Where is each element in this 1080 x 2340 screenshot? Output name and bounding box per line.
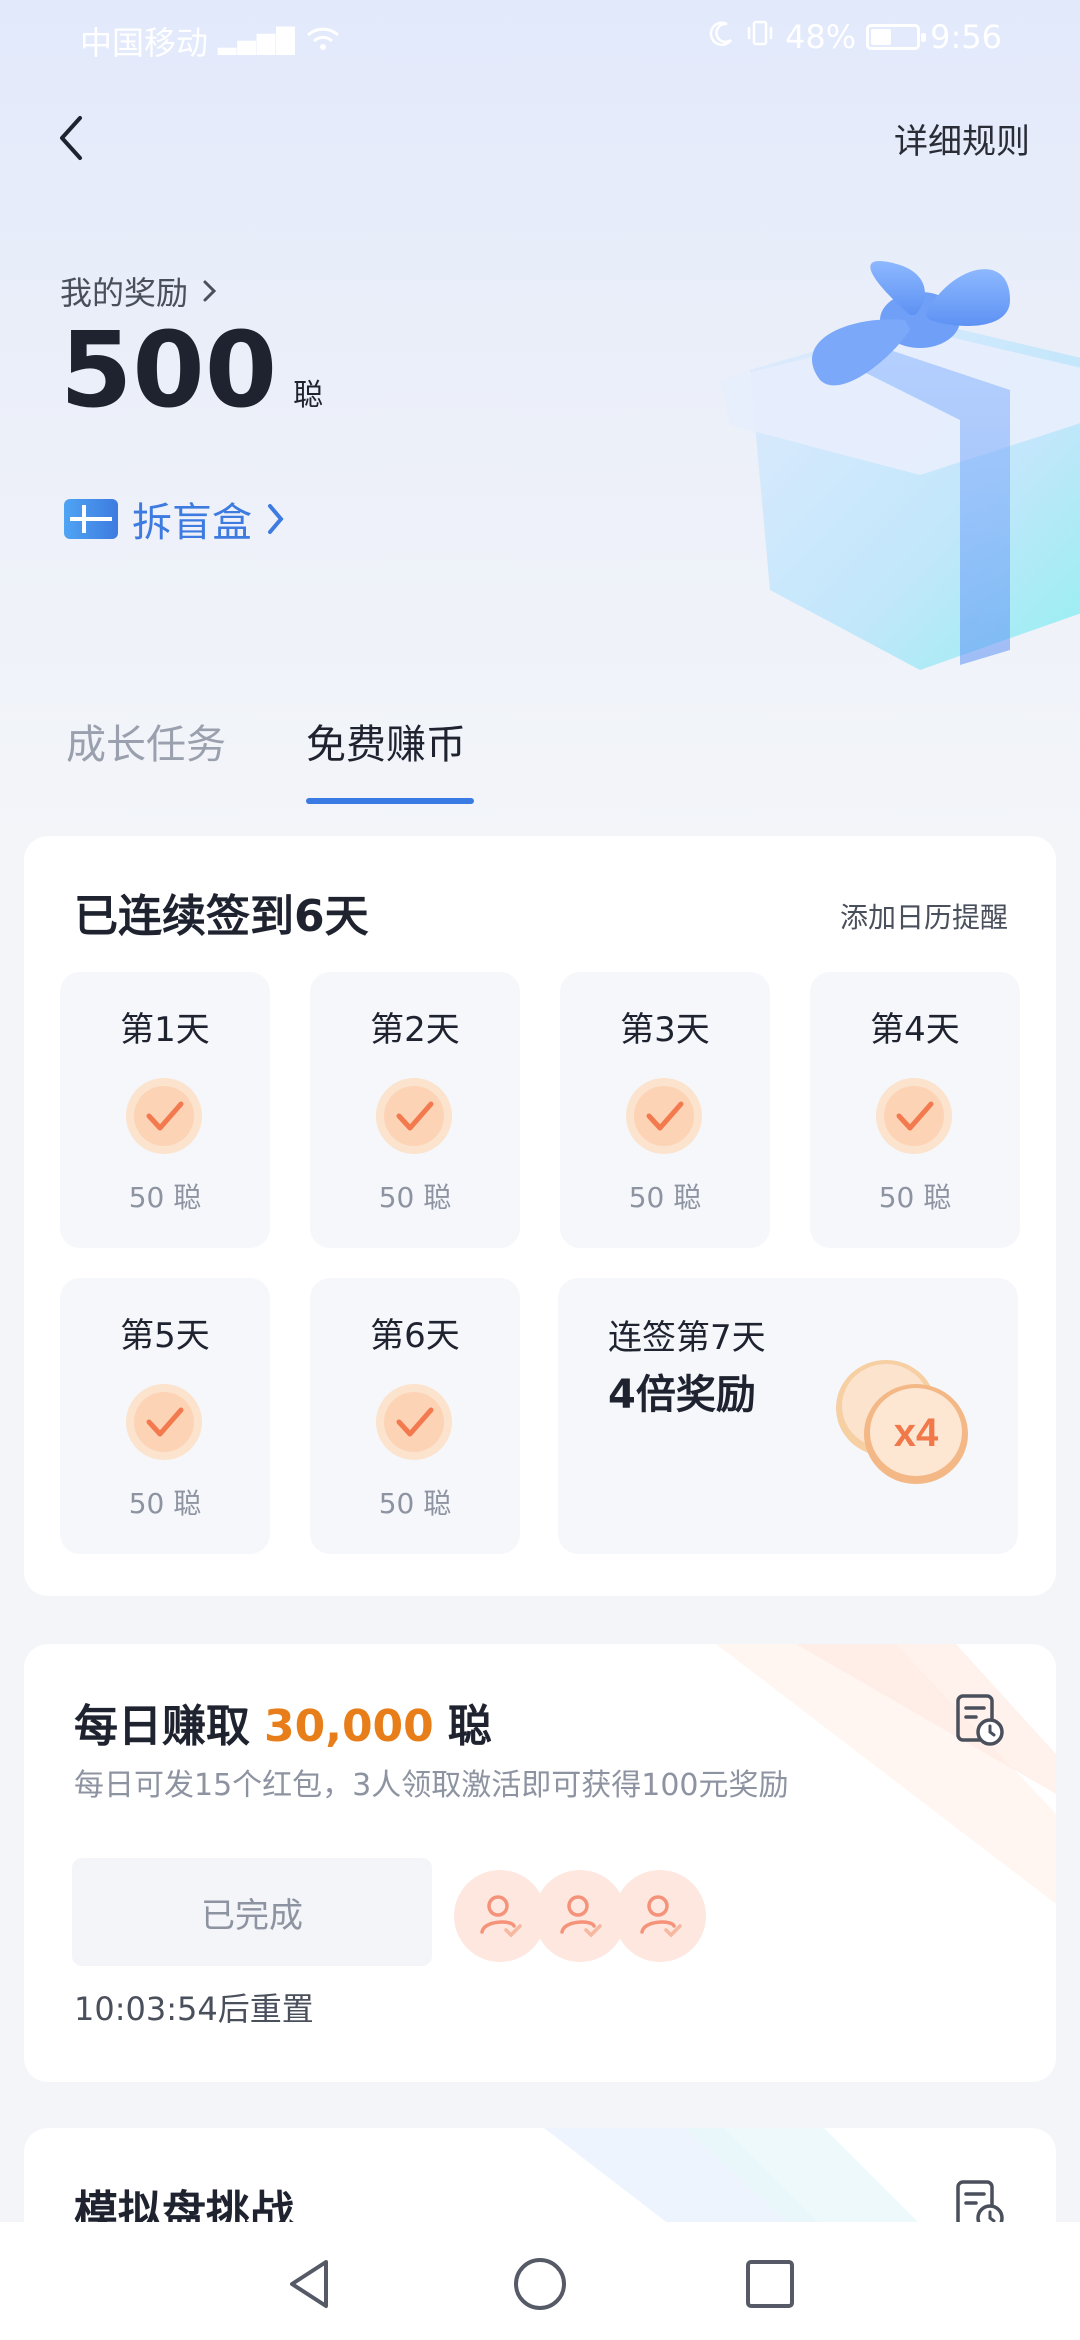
day-label: 第1天 — [120, 1010, 210, 1050]
checkin-day-4[interactable]: 第4天 50 聪 — [810, 972, 1020, 1248]
reward-amount: 500 — [60, 309, 278, 431]
checkmark-coin-icon — [126, 1078, 202, 1154]
invitee-avatar-3 — [614, 1870, 706, 1962]
reward-balance: 500 聪 — [60, 318, 323, 422]
checkin-card: 已连续签到6天 添加日历提醒 第1天 50 聪 第2天 50 聪 第3天 50 … — [24, 836, 1056, 1596]
day-label: 第5天 — [120, 1316, 210, 1356]
day7-bonus-tile[interactable]: 连签第7天 4倍奖励 x4 — [558, 1278, 1018, 1554]
day-amount: 50 聪 — [878, 1181, 952, 1214]
day-amount: 50 聪 — [378, 1181, 452, 1214]
invitee-avatar-2 — [534, 1870, 626, 1962]
ticket-icon — [64, 499, 118, 539]
nav-back-icon[interactable] — [280, 2254, 340, 2314]
my-reward-link[interactable]: 我的奖励 — [60, 268, 218, 314]
day-amount: 50 聪 — [628, 1181, 702, 1214]
back-button[interactable] — [50, 110, 94, 166]
checkmark-coin-icon — [376, 1384, 452, 1460]
chevron-left-icon — [60, 116, 82, 160]
daily-earn-amount: 30,000 — [264, 1701, 434, 1752]
user-check-icon — [480, 1895, 522, 1938]
my-reward-label: 我的奖励 — [60, 274, 189, 312]
invitee-avatar-1 — [454, 1870, 546, 1962]
svg-text:x4: x4 — [894, 1411, 939, 1455]
reward-unit: 聪 — [293, 378, 324, 413]
checkmark-coin-icon — [126, 1384, 202, 1460]
checkin-title: 已连续签到6天 — [74, 891, 369, 942]
x4-coins-icon: x4 — [836, 1360, 968, 1484]
detailed-rules-link[interactable]: 详细规则 — [894, 114, 1030, 163]
day-label: 第2天 — [370, 1010, 460, 1050]
clock: 9:56 — [930, 18, 1002, 56]
checkmark-coin-icon — [376, 1078, 452, 1154]
active-tab-indicator — [306, 798, 474, 804]
add-calendar-reminder-link[interactable]: 添加日历提醒 — [840, 896, 1008, 936]
tab-growth-tasks[interactable]: 成长任务 — [66, 712, 226, 770]
open-blindbox-button[interactable]: 拆盲盒 — [64, 490, 286, 548]
wifi-icon — [306, 22, 340, 60]
tab-bar: 成长任务 免费赚币 — [0, 700, 1080, 810]
checkin-day-5[interactable]: 第5天 50 聪 — [60, 1278, 270, 1554]
day-label: 第3天 — [620, 1010, 710, 1050]
daily-earn-card: 每日赚取 30,000 聪 每日可发15个红包，3人领取激活即可获得100元奖励… — [24, 1644, 1056, 2082]
tab-free-coins[interactable]: 免费赚币 — [306, 712, 466, 770]
title-prefix: 每日赚取 — [74, 1701, 250, 1752]
status-bar: 中国移动 ▂▄▆█ 48% 9:56 — [0, 0, 1080, 72]
nav-home-icon[interactable] — [510, 2254, 570, 2314]
blindbox-label: 拆盲盒 — [132, 500, 252, 546]
checkin-day-3[interactable]: 第3天 50 聪 — [560, 972, 770, 1248]
day-amount: 50 聪 — [128, 1487, 202, 1520]
carrier-name: 中国移动 — [80, 24, 209, 62]
carrier-info: 中国移动 ▂▄▆█ — [80, 18, 340, 64]
title-unit: 聪 — [447, 1701, 492, 1752]
checkin-day-2[interactable]: 第2天 50 聪 — [310, 972, 520, 1248]
nav-recents-icon[interactable] — [740, 2254, 800, 2314]
record-history-icon[interactable] — [954, 1692, 1006, 1748]
moon-icon — [707, 18, 735, 56]
completed-button[interactable]: 已完成 — [72, 1858, 432, 1966]
vibrate-icon — [745, 18, 775, 56]
day-amount: 50 聪 — [128, 1181, 202, 1214]
reset-countdown: 10:03:54后重置 — [74, 1990, 314, 2028]
checkin-day-6[interactable]: 第6天 50 聪 — [310, 1278, 520, 1554]
bonus-day-label: 连签第7天 — [608, 1318, 766, 1358]
checkin-day-1[interactable]: 第1天 50 聪 — [60, 972, 270, 1248]
daily-earn-subtitle: 每日可发15个红包，3人领取激活即可获得100元奖励 — [74, 1768, 789, 1803]
bonus-reward-label: 4倍奖励 — [608, 1372, 756, 1418]
battery-percent: 48% — [785, 18, 857, 56]
user-check-icon — [560, 1895, 602, 1938]
checkmark-coin-icon — [626, 1078, 702, 1154]
checkmark-coin-icon — [876, 1078, 952, 1154]
system-navigation-bar — [0, 2222, 1080, 2340]
status-right: 48% 9:56 — [707, 18, 1002, 56]
gift-box-illustration — [720, 261, 1080, 670]
chevron-right-icon — [268, 504, 284, 534]
day-amount: 50 聪 — [378, 1487, 452, 1520]
daily-earn-title: 每日赚取 30,000 聪 — [74, 1690, 492, 1754]
user-check-icon — [640, 1895, 682, 1938]
chevron-right-icon — [203, 280, 217, 302]
day-label: 第4天 — [870, 1010, 960, 1050]
signal-icon: ▂▄▆█ — [218, 27, 296, 55]
battery-icon — [866, 24, 927, 50]
day-label: 第6天 — [370, 1316, 460, 1356]
